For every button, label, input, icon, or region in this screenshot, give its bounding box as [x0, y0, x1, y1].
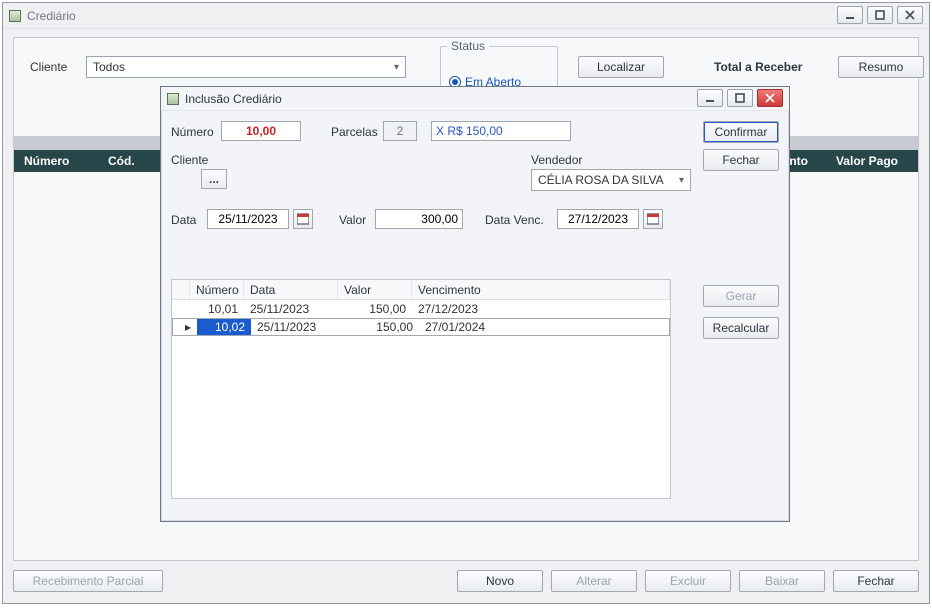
table-row[interactable]: 10,0125/11/2023150,0027/12/2023 — [172, 300, 670, 318]
inclusao-crediario-dialog: Inclusão Crediário Número Parcelas — [160, 86, 790, 522]
dialog-app-icon — [167, 93, 179, 105]
main-window-controls — [837, 6, 923, 24]
cliente-lookup-button[interactable]: ... — [201, 169, 227, 189]
valor-input[interactable] — [375, 209, 463, 229]
confirmar-button[interactable]: Confirmar — [703, 121, 779, 143]
row-marker-icon: ▸ — [179, 319, 197, 335]
dialog-window-controls — [697, 89, 783, 107]
dialog-titlebar: Inclusão Crediário — [161, 87, 789, 111]
dialog-close-button[interactable] — [757, 89, 783, 107]
cell-valor: 150,00 — [345, 319, 419, 335]
calendar-icon[interactable] — [293, 209, 313, 229]
data-input[interactable] — [207, 209, 289, 229]
parcelas-input — [383, 121, 417, 141]
cell-data: 25/11/2023 — [251, 319, 345, 335]
crediario-window: Crediário Cliente Todos ▾ Status — [2, 2, 930, 604]
vendedor-label: Vendedor — [531, 153, 582, 167]
numero-label: Número — [171, 125, 214, 139]
gerar-button[interactable]: Gerar — [703, 285, 779, 307]
x-parcela-input — [431, 121, 571, 141]
parcelas-label: Parcelas — [331, 125, 378, 139]
data-label: Data — [171, 213, 196, 227]
cell-valor: 150,00 — [338, 300, 412, 318]
col-valor: Valor — [338, 280, 412, 299]
cliente-field-label: Cliente — [171, 153, 208, 167]
valor-label: Valor — [339, 213, 366, 227]
dialog-body: Número Parcelas Confirmar Fechar Cliente — [171, 121, 779, 511]
main-title: Crediário — [27, 9, 76, 23]
col-numero: Número — [190, 280, 244, 299]
dialog-title: Inclusão Crediário — [185, 92, 282, 106]
main-close-button[interactable] — [897, 6, 923, 24]
cell-venc: 27/12/2023 — [412, 300, 670, 318]
col-venc: Vencimento — [412, 280, 670, 299]
main-minimize-button[interactable] — [837, 6, 863, 24]
cell-numero: 10,02 — [197, 319, 251, 335]
cell-data: 25/11/2023 — [244, 300, 338, 318]
row-marker-icon — [172, 300, 190, 318]
recalcular-button[interactable]: Recalcular — [703, 317, 779, 339]
cell-venc: 27/01/2024 — [419, 319, 663, 335]
main-maximize-button[interactable] — [867, 6, 893, 24]
calendar-icon[interactable] — [643, 209, 663, 229]
datavenc-input[interactable] — [557, 209, 639, 229]
dialog-minimize-button[interactable] — [697, 89, 723, 107]
vendedor-select[interactable]: CÉLIA ROSA DA SILVA ▾ — [531, 169, 691, 191]
table-row[interactable]: ▸10,0225/11/2023150,0027/01/2024 — [172, 318, 670, 336]
parcelas-grid[interactable]: Número Data Valor Vencimento 10,0125/11/… — [171, 279, 671, 499]
parcelas-grid-header: Número Data Valor Vencimento — [172, 280, 670, 300]
datavenc-label: Data Venc. — [485, 213, 544, 227]
col-data: Data — [244, 280, 338, 299]
vendedor-select-value: CÉLIA ROSA DA SILVA — [538, 173, 664, 187]
cell-numero: 10,01 — [190, 300, 244, 318]
chevron-down-icon: ▾ — [679, 175, 684, 186]
dialog-maximize-button[interactable] — [727, 89, 753, 107]
app-icon — [9, 10, 21, 22]
main-titlebar: Crediário — [3, 3, 929, 29]
numero-input[interactable] — [221, 121, 301, 141]
